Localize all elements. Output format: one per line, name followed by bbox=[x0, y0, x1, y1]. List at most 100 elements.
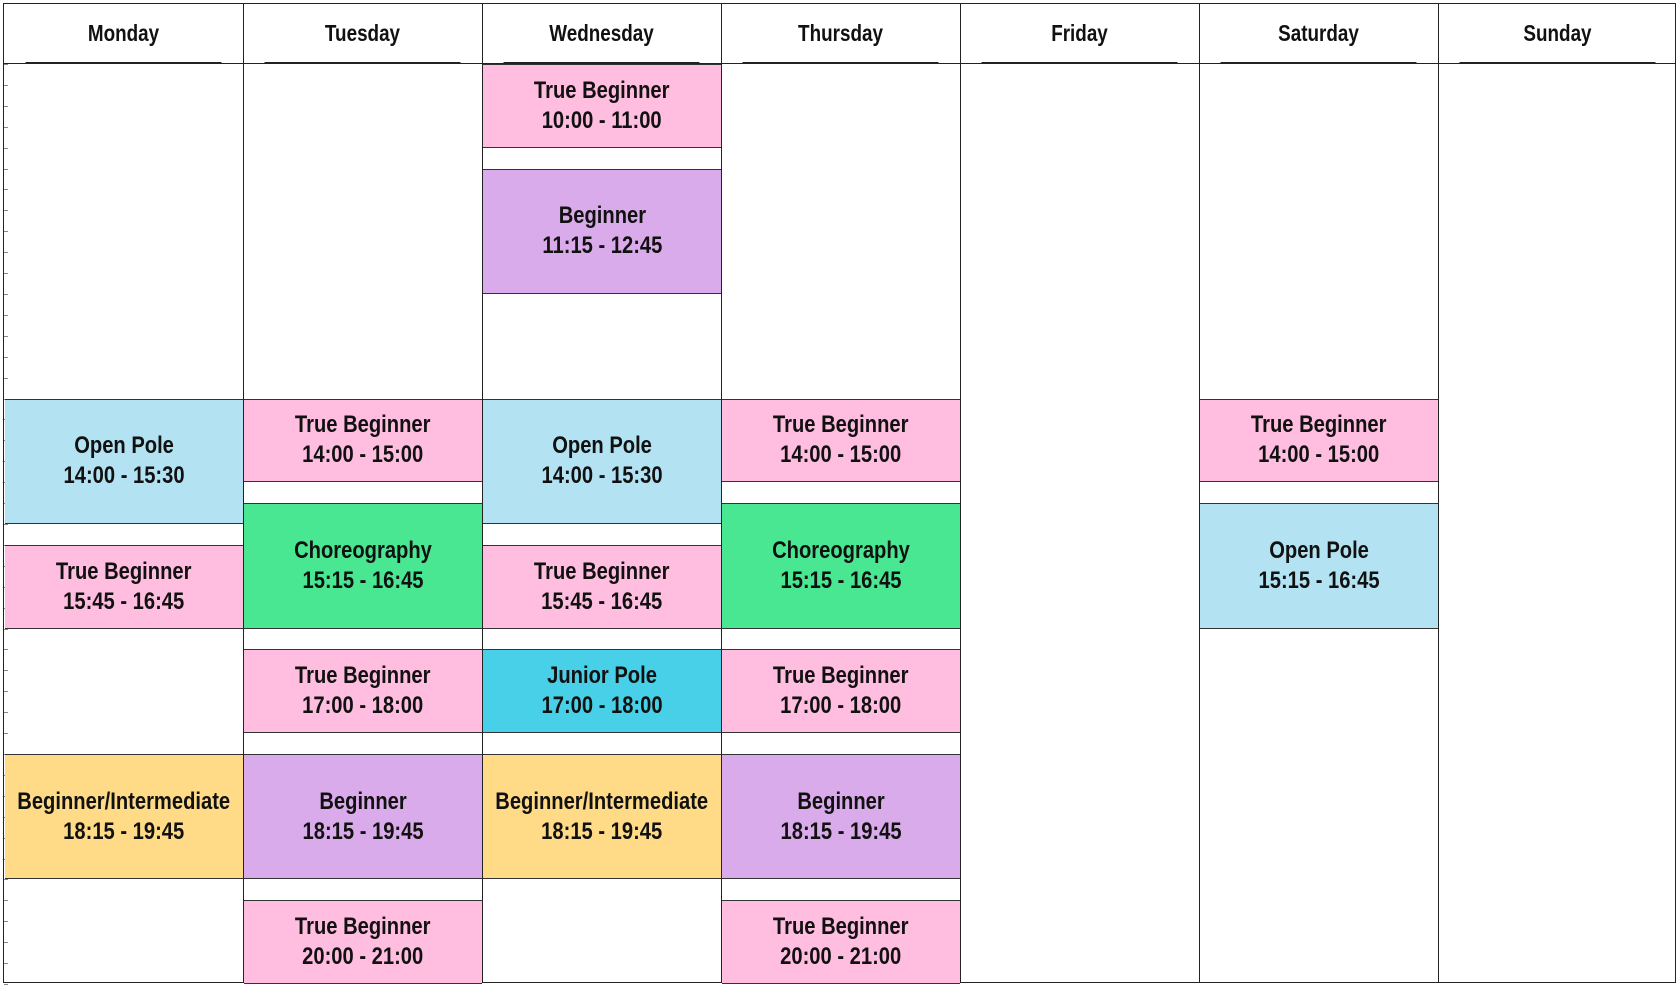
class-block-beginner[interactable]: Beginner 11:15 - 12:45 bbox=[483, 168, 721, 294]
class-name: Open Pole bbox=[552, 432, 652, 460]
class-text: True Beginner 20:00 - 21:00 bbox=[295, 912, 431, 972]
class-text: True Beginner 14:00 - 15:00 bbox=[773, 410, 909, 470]
day-header-tuesday: Tuesday bbox=[264, 4, 461, 63]
class-block-beginner-intermediate[interactable]: Beginner/Intermediate 18:15 - 19:45 bbox=[483, 754, 721, 880]
class-time: 14:00 - 15:30 bbox=[63, 462, 185, 490]
class-text: True Beginner 17:00 - 18:00 bbox=[773, 661, 909, 721]
class-name: True Beginner bbox=[773, 913, 909, 941]
class-time: 20:00 - 21:00 bbox=[780, 943, 902, 971]
class-text: Junior Pole 17:00 - 18:00 bbox=[541, 661, 662, 721]
class-block-open-pole[interactable]: Open Pole 14:00 - 15:30 bbox=[5, 398, 243, 524]
class-text: Beginner/Intermediate 18:15 - 19:45 bbox=[18, 787, 231, 847]
class-name: Choreography bbox=[772, 536, 910, 564]
class-name: True Beginner bbox=[56, 557, 192, 585]
day-header-label: Wednesday bbox=[549, 19, 654, 46]
time-tick bbox=[4, 524, 8, 525]
day-header-friday: Friday bbox=[981, 4, 1178, 63]
time-tick bbox=[4, 691, 8, 692]
day-header-sunday: Sunday bbox=[1459, 4, 1656, 63]
class-time: 15:45 - 16:45 bbox=[63, 587, 185, 615]
class-time: 15:15 - 16:45 bbox=[1258, 566, 1380, 594]
class-block-true-beginner[interactable]: True Beginner 15:45 - 16:45 bbox=[483, 544, 721, 629]
class-block-true-beginner[interactable]: True Beginner 14:00 - 15:00 bbox=[1200, 398, 1438, 483]
time-tick bbox=[4, 64, 8, 65]
class-block-true-beginner[interactable]: True Beginner 14:00 - 15:00 bbox=[722, 398, 960, 483]
time-tick bbox=[4, 273, 8, 274]
class-time: 17:00 - 18:00 bbox=[541, 692, 663, 720]
class-block-beginner-intermediate[interactable]: Beginner/Intermediate 18:15 - 19:45 bbox=[5, 754, 243, 880]
time-tick bbox=[4, 942, 8, 943]
class-name: True Beginner bbox=[534, 76, 670, 104]
class-name: Beginner bbox=[558, 202, 646, 230]
day-header-label: Thursday bbox=[798, 19, 883, 46]
class-text: Open Pole 15:15 - 16:45 bbox=[1258, 536, 1379, 596]
day-header-wednesday: Wednesday bbox=[503, 4, 700, 63]
day-header-thursday: Thursday bbox=[742, 4, 939, 63]
class-block-true-beginner[interactable]: True Beginner 20:00 - 21:00 bbox=[722, 900, 960, 984]
time-tick bbox=[4, 106, 8, 107]
time-tick bbox=[4, 85, 8, 86]
class-block-true-beginner[interactable]: True Beginner 17:00 - 18:00 bbox=[722, 649, 960, 734]
class-text: True Beginner 20:00 - 21:00 bbox=[773, 912, 909, 972]
class-time: 11:15 - 12:45 bbox=[542, 232, 662, 260]
class-block-true-beginner[interactable]: True Beginner 10:00 - 11:00 bbox=[483, 64, 721, 148]
class-block-true-beginner[interactable]: True Beginner 17:00 - 18:00 bbox=[244, 649, 482, 734]
time-tick bbox=[4, 148, 8, 149]
class-name: True Beginner bbox=[1251, 411, 1387, 439]
time-tick bbox=[4, 378, 8, 379]
day-header-monday: Monday bbox=[25, 4, 222, 63]
time-tick bbox=[4, 733, 8, 734]
class-name: True Beginner bbox=[773, 411, 909, 439]
time-tick bbox=[4, 712, 8, 713]
class-block-open-pole[interactable]: Open Pole 15:15 - 16:45 bbox=[1200, 503, 1438, 629]
class-time: 20:00 - 21:00 bbox=[302, 943, 424, 971]
time-tick bbox=[4, 649, 8, 650]
day-header-label: Friday bbox=[1051, 19, 1108, 46]
time-tick bbox=[4, 127, 8, 128]
column-divider bbox=[1438, 4, 1439, 982]
class-time: 15:15 - 16:45 bbox=[780, 566, 902, 594]
day-header-label: Monday bbox=[87, 19, 160, 46]
class-block-true-beginner[interactable]: True Beginner 15:45 - 16:45 bbox=[5, 544, 243, 629]
class-text: Beginner/Intermediate 18:15 - 19:45 bbox=[496, 787, 709, 847]
class-time: 15:45 - 16:45 bbox=[541, 587, 663, 615]
time-tick bbox=[4, 252, 8, 253]
class-time: 14:00 - 15:00 bbox=[302, 441, 424, 469]
class-block-true-beginner[interactable]: True Beginner 14:00 - 15:00 bbox=[244, 398, 482, 483]
class-text: Choreography 15:15 - 16:45 bbox=[294, 536, 432, 596]
class-block-open-pole[interactable]: Open Pole 14:00 - 15:30 bbox=[483, 398, 721, 524]
class-time: 15:15 - 16:45 bbox=[302, 566, 424, 594]
day-header-label: Saturday bbox=[1278, 19, 1359, 46]
time-tick bbox=[4, 921, 8, 922]
time-tick bbox=[4, 169, 8, 170]
time-tick bbox=[4, 357, 8, 358]
time-tick bbox=[4, 189, 8, 190]
column-divider bbox=[960, 4, 961, 982]
class-block-junior-pole[interactable]: Junior Pole 17:00 - 18:00 bbox=[483, 649, 721, 734]
time-tick bbox=[4, 210, 8, 211]
time-tick bbox=[4, 315, 8, 316]
class-name: Open Pole bbox=[74, 432, 174, 460]
time-tick bbox=[4, 629, 8, 630]
class-text: True Beginner 14:00 - 15:00 bbox=[295, 410, 431, 470]
class-block-true-beginner[interactable]: True Beginner 20:00 - 21:00 bbox=[244, 900, 482, 984]
class-name: Beginner/Intermediate bbox=[17, 787, 231, 815]
class-time: 10:00 - 11:00 bbox=[542, 106, 662, 134]
class-block-choreography[interactable]: Choreography 15:15 - 16:45 bbox=[244, 503, 482, 629]
class-block-choreography[interactable]: Choreography 15:15 - 16:45 bbox=[722, 503, 960, 629]
class-time: 18:15 - 19:45 bbox=[63, 817, 185, 845]
class-name: True Beginner bbox=[295, 662, 431, 690]
class-block-beginner[interactable]: Beginner 18:15 - 19:45 bbox=[722, 754, 960, 880]
class-time: 18:15 - 19:45 bbox=[302, 817, 424, 845]
day-header-label: Sunday bbox=[1523, 19, 1592, 46]
class-name: True Beginner bbox=[534, 557, 670, 585]
class-text: Beginner 18:15 - 19:45 bbox=[780, 787, 901, 847]
class-text: Beginner 18:15 - 19:45 bbox=[302, 787, 423, 847]
class-name: True Beginner bbox=[295, 411, 431, 439]
class-text: True Beginner 15:45 - 16:45 bbox=[56, 557, 192, 617]
class-block-beginner[interactable]: Beginner 18:15 - 19:45 bbox=[244, 754, 482, 880]
class-name: Choreography bbox=[294, 536, 432, 564]
class-text: Open Pole 14:00 - 15:30 bbox=[63, 431, 184, 491]
column-divider bbox=[1199, 4, 1200, 982]
class-name: Beginner bbox=[319, 787, 407, 815]
